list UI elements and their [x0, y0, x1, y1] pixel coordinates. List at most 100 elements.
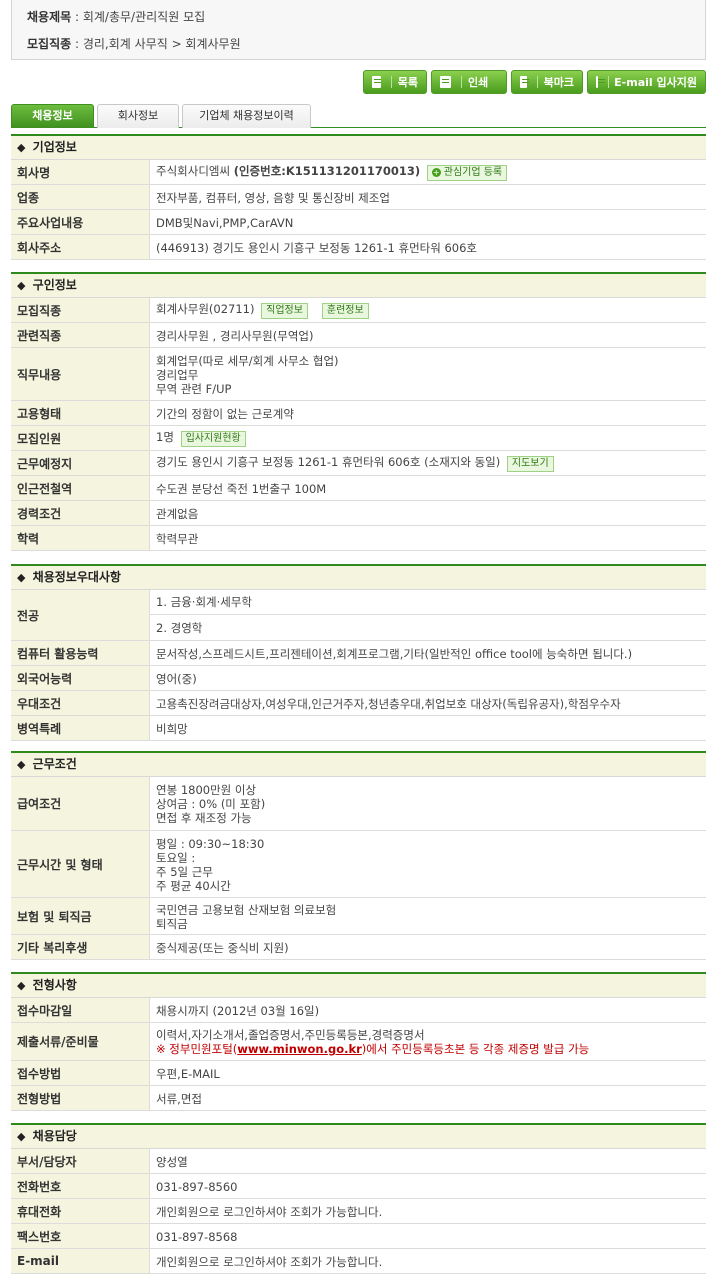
applicant-status-button[interactable]: 입사지원현황	[180, 431, 246, 447]
hours-line: 평일 : 09:30~18:30	[156, 836, 265, 851]
training-info-button[interactable]: 훈련정보	[321, 303, 369, 319]
occupation-info-button[interactable]: 직업정보	[261, 303, 308, 319]
hours-line: 토요일 :	[156, 850, 196, 865]
preference-cond-label: 우대조건	[11, 691, 150, 715]
education-value: 학력무관	[156, 531, 199, 546]
military-value: 비희망	[156, 721, 188, 736]
work-condition-section-header: ◆ 근무조건	[11, 753, 706, 777]
duty-row: 직무내용 회계업무(따로 세무/회계 사무소 협업) 경리업무 무역 관련 F/…	[11, 348, 706, 401]
salary-line: 면접 후 재조정 가능	[156, 811, 252, 825]
apply-method-value: 우편,E-MAIL	[156, 1066, 220, 1081]
plus-icon: +	[431, 167, 441, 177]
related-label: 관련직종	[11, 323, 150, 347]
tab-hiring-history[interactable]: 기업체 채용정보이력	[182, 104, 311, 128]
email-row: E-mail 개인회원으로 로그인하셔야 조회가 가능합니다.	[11, 1249, 706, 1274]
tab-job-info[interactable]: 채용정보	[11, 104, 94, 128]
hours-line: 주 5일 근무	[156, 864, 213, 879]
major-row: 전공 1. 금융·회계·세무학 2. 경영학	[11, 590, 706, 641]
major-label: 전공	[11, 590, 150, 640]
deadline-label: 접수마감일	[11, 998, 150, 1022]
contact-section: ◆ 채용담당 부서/담당자 양성열 전화번호 031-897-8560 휴대전화…	[11, 1123, 706, 1274]
welfare-row: 기타 복리후생 중식제공(또는 중식비 지원)	[11, 935, 706, 960]
diamond-icon: ◆	[17, 1130, 26, 1143]
diamond-icon: ◆	[17, 571, 26, 584]
career-row: 경력조건 관계없음	[11, 501, 706, 526]
insurance-row: 보험 및 퇴직금 국민연금 고용보험 산재보험 의료보험 퇴직금	[11, 898, 706, 935]
preference-cond-value: 고용촉진장려금대상자,여성우대,인근거주자,청년층우대,취업보호 대상자(독립유…	[156, 696, 621, 711]
printer-icon	[440, 76, 451, 88]
related-row: 관련직종 경리사무원 , 경리사무원(무역업)	[11, 323, 706, 348]
salary-line: 상여금 : 0% (미 포함)	[156, 797, 266, 811]
computer-label: 컴퓨터 활용능력	[11, 641, 150, 665]
count-label: 모집인원	[11, 426, 150, 450]
favorite-company-button[interactable]: + 관심기업 등록	[426, 165, 508, 181]
company-name-value: 주식회사디엠씨	[156, 164, 231, 178]
document-icon	[372, 76, 381, 88]
job-type-value: 회계사무원(02711)	[156, 302, 255, 316]
job-section-header: ◆ 구인정보	[11, 274, 706, 298]
insurance-line: 국민연금 고용보험 산재보험 의료보험	[156, 902, 337, 917]
bookmark-button[interactable]: 북마크	[511, 70, 583, 94]
documents-value: 이력서,자기소개서,졸업증명서,주민등록등본,경력증명서	[156, 1028, 425, 1042]
hours-line: 주 평균 40시간	[156, 878, 231, 893]
job-summary-box: 채용제목 : 회계/총무/관리직원 모집 모집직종 : 경리,회계 사무직 > …	[11, 0, 706, 60]
map-view-button[interactable]: 지도보기	[506, 456, 554, 472]
documents-notice: ※ 정부민원포털(www.minwon.go.kr)에서 주민등록등초본 등 각…	[156, 1042, 590, 1056]
computer-value: 문서작성,스프레드시트,프리젠테이션,회계프로그램,기타(일반적인 office…	[156, 646, 633, 661]
contact-section-header: ◆ 채용담당	[11, 1125, 706, 1149]
minwon-portal-link[interactable]: www.minwon.go.kr	[237, 1042, 362, 1056]
insurance-line: 퇴직금	[156, 916, 188, 931]
subway-label: 인근전철역	[11, 476, 150, 500]
phone-label: 전화번호	[11, 1174, 150, 1198]
business-label: 주요사업내용	[11, 210, 150, 234]
language-value: 영어(중)	[156, 671, 197, 686]
print-button[interactable]: 인쇄	[431, 70, 507, 94]
summary-job-line: 모집직종 : 경리,회계 사무직 > 회계사무원	[27, 37, 241, 51]
deadline-row: 접수마감일 채용시까지 (2012년 03월 16일)	[11, 998, 706, 1023]
tab-company-info[interactable]: 회사정보	[97, 104, 179, 128]
company-cert-number: (인증번호:K151131201170013)	[233, 164, 421, 178]
list-button[interactable]: 목록	[363, 70, 427, 94]
duty-line: 경리업무	[156, 367, 199, 382]
diamond-icon: ◆	[17, 141, 26, 154]
business-row: 주요사업내용 DMB및Navi,PMP,CarAVN	[11, 210, 706, 235]
phone-row: 전화번호 031-897-8560	[11, 1174, 706, 1199]
hours-row: 근무시간 및 형태 평일 : 09:30~18:30 토요일 : 주 5일 근무…	[11, 831, 706, 898]
job-type-row: 모집직종 회계사무원(02711) 직업정보 훈련정보	[11, 298, 706, 323]
job-type-label: 모집직종	[11, 298, 150, 322]
career-value: 관계없음	[156, 506, 199, 521]
company-section-header: ◆ 기업정보	[11, 136, 706, 160]
place-value: 경기도 용인시 기흥구 보정동 1261-1 휴먼타워 606호 (소재지와 동…	[156, 455, 501, 469]
phone-value: 031-897-8560	[156, 1179, 238, 1194]
salary-row: 급여조건 연봉 1800만원 이상 상여금 : 0% (미 포함) 면접 후 재…	[11, 777, 706, 831]
contact-person-row: 부서/담당자 양성열	[11, 1149, 706, 1174]
pencil-icon	[596, 76, 605, 88]
address-value: (446913) 경기도 용인시 기흥구 보정동 1261-1 휴먼타워 606…	[156, 240, 478, 255]
email-value: 개인회원으로 로그인하셔야 조회가 가능합니다.	[156, 1254, 383, 1269]
email-label: E-mail	[11, 1249, 150, 1273]
work-condition-section: ◆ 근무조건 급여조건 연봉 1800만원 이상 상여금 : 0% (미 포함)…	[11, 751, 706, 960]
insurance-label: 보험 및 퇴직금	[11, 898, 150, 934]
industry-row: 업종 전자부품, 컴퓨터, 영상, 음향 및 통신장비 제조업	[11, 185, 706, 210]
diamond-icon: ◆	[17, 758, 26, 771]
documents-row: 제출서류/준비물 이력서,자기소개서,졸업증명서,주민등록등본,경력증명서 ※ …	[11, 1023, 706, 1061]
apply-method-row: 접수방법 우편,E-MAIL	[11, 1061, 706, 1086]
email-apply-button[interactable]: E-mail 입사지원	[587, 70, 706, 94]
fax-row: 팩스번호 031-897-8568	[11, 1224, 706, 1249]
summary-job-value: 경리,회계 사무직 > 회계사무원	[82, 37, 241, 51]
welfare-label: 기타 복리후생	[11, 935, 150, 959]
diamond-icon: ◆	[17, 979, 26, 992]
language-label: 외국어능력	[11, 666, 150, 690]
language-row: 외국어능력 영어(중)	[11, 666, 706, 691]
mobile-value: 개인회원으로 로그인하셔야 조회가 가능합니다.	[156, 1204, 383, 1219]
apply-method-label: 접수방법	[11, 1061, 150, 1085]
preference-section: ◆ 채용정보우대사항 전공 1. 금융·회계·세무학 2. 경영학 컴퓨터 활용…	[11, 564, 706, 741]
count-value: 1명	[156, 430, 174, 444]
summary-job-label: 모집직종	[27, 37, 72, 51]
subway-value: 수도권 분당선 죽전 1번출구 100M	[156, 481, 327, 496]
business-value: DMB및Navi,PMP,CarAVN	[156, 215, 294, 230]
summary-title-line: 채용제목 : 회계/총무/관리직원 모집	[27, 10, 206, 24]
related-value: 경리사무원 , 경리사무원(무역업)	[156, 328, 314, 343]
address-row: 회사주소 (446913) 경기도 용인시 기흥구 보정동 1261-1 휴먼타…	[11, 235, 706, 260]
process-section-header: ◆ 전형사항	[11, 974, 706, 998]
